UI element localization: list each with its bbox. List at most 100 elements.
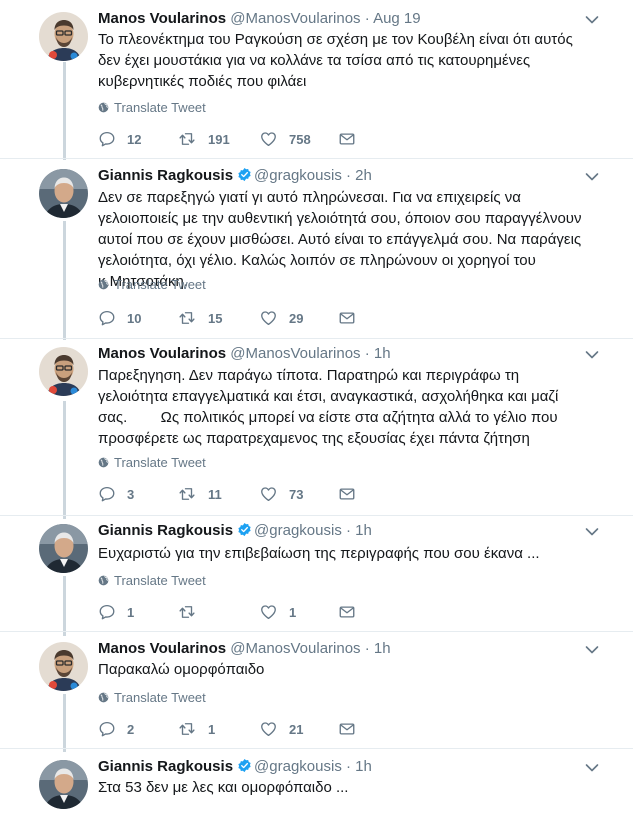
like-button[interactable]: 73 [259, 484, 303, 504]
retweet-button[interactable] [177, 602, 208, 622]
verified-badge-icon [237, 758, 252, 773]
like-button[interactable]: 29 [259, 308, 303, 328]
retweet-button[interactable]: 11 [177, 484, 222, 504]
retweet-icon [177, 485, 197, 503]
retweet-button[interactable]: 1 [177, 719, 215, 739]
chevron-down-icon[interactable] [585, 763, 599, 773]
chevron-down-icon[interactable] [585, 645, 599, 655]
timestamp[interactable]: Aug 19 [373, 10, 421, 27]
author-name[interactable]: Manos Voularinos [98, 640, 226, 657]
avatar[interactable] [39, 524, 88, 573]
author-handle[interactable]: @gragkousis [254, 522, 342, 539]
tweet-header: Manos Voularinos @ManosVoularinos · 1h [98, 344, 391, 364]
tweet-actions: 10 15 29 [98, 308, 368, 328]
direct-message-button[interactable] [338, 484, 356, 504]
like-button[interactable]: 758 [259, 129, 311, 149]
timestamp[interactable]: 1h [374, 640, 391, 657]
tweet-header: Giannis Ragkousis @gragkousis · 1h [98, 521, 372, 541]
heart-icon [259, 130, 278, 148]
reply-button[interactable]: 1 [98, 602, 134, 622]
translate-link[interactable]: Translate Tweet [98, 277, 206, 293]
heart-icon [259, 720, 278, 738]
direct-message-button[interactable] [338, 129, 356, 149]
separator: · [364, 10, 370, 27]
author-handle[interactable]: @ManosVoularinos [230, 345, 360, 362]
reply-button[interactable]: 3 [98, 484, 134, 504]
reply-button[interactable]: 12 [98, 129, 141, 149]
avatar[interactable] [39, 169, 88, 218]
like-button[interactable]: 1 [259, 602, 296, 622]
author-name[interactable]: Manos Voularinos [98, 345, 226, 362]
translate-link[interactable]: Translate Tweet [98, 690, 206, 706]
avatar[interactable] [39, 760, 88, 809]
author-handle[interactable]: @ManosVoularinos [230, 10, 360, 27]
thread-line [63, 694, 66, 752]
tweet-text: Παρεξηγηση. Δεν παράγω τίποτα. Παρατηρώ … [98, 367, 563, 447]
retweet-button[interactable]: 15 [177, 308, 222, 328]
direct-message-button[interactable] [338, 308, 356, 328]
translate-link[interactable]: Translate Tweet [98, 100, 206, 116]
reply-icon [98, 603, 116, 621]
reply-button[interactable]: 2 [98, 719, 134, 739]
separator: · [364, 345, 370, 362]
timestamp[interactable]: 1h [355, 758, 372, 775]
separator: · [346, 522, 351, 539]
thread-line [63, 62, 66, 160]
chevron-down-icon[interactable] [585, 350, 599, 360]
tweet-divider [0, 631, 633, 632]
avatar[interactable] [39, 12, 88, 61]
translate-label: Translate Tweet [114, 277, 206, 292]
translate-label: Translate Tweet [114, 100, 206, 115]
envelope-icon [338, 485, 356, 503]
tweet-header: Giannis Ragkousis @gragkousis · 2h [98, 166, 372, 186]
reply-count: 12 [127, 131, 142, 147]
like-button[interactable]: 21 [259, 719, 303, 739]
chevron-down-icon[interactable] [585, 527, 599, 537]
retweet-icon [177, 130, 197, 148]
tweet-header: Manos Voularinos @ManosVoularinos · Aug … [98, 9, 421, 29]
tweet-divider [0, 515, 633, 516]
avatar[interactable] [39, 347, 88, 396]
translate-link[interactable]: Translate Tweet [98, 573, 206, 589]
author-name[interactable]: Giannis Ragkousis [98, 167, 233, 184]
retweet-button[interactable]: 191 [177, 129, 230, 149]
globe-icon [98, 279, 109, 290]
chevron-down-icon[interactable] [585, 172, 599, 182]
direct-message-button[interactable] [338, 602, 356, 622]
author-name[interactable]: Giannis Ragkousis [98, 522, 233, 539]
avatar[interactable] [39, 642, 88, 691]
retweet-count: 15 [208, 310, 223, 326]
author-handle[interactable]: @gragkousis [254, 167, 342, 184]
like-count: 1 [289, 604, 297, 620]
tweet-divider [0, 338, 633, 339]
reply-icon [98, 130, 116, 148]
timestamp[interactable]: 1h [355, 522, 372, 539]
envelope-icon [338, 309, 356, 327]
author-handle[interactable]: @ManosVoularinos [230, 640, 360, 657]
envelope-icon [338, 720, 356, 738]
tweet-actions: 3 11 73 [98, 484, 368, 504]
author-handle[interactable]: @gragkousis [254, 758, 342, 775]
thread-line [63, 221, 66, 340]
like-count: 73 [289, 486, 304, 502]
reply-button[interactable]: 10 [98, 308, 141, 328]
direct-message-button[interactable] [338, 719, 356, 739]
envelope-icon [338, 603, 356, 621]
author-name[interactable]: Giannis Ragkousis [98, 758, 233, 775]
envelope-icon [338, 130, 356, 148]
tweet-text: Ευχαριστώ για την επιβεβαίωση της περιγρ… [98, 545, 540, 562]
thread-line [63, 401, 66, 519]
chevron-down-icon[interactable] [585, 15, 599, 25]
timestamp[interactable]: 1h [374, 345, 391, 362]
verified-badge-icon [237, 522, 252, 537]
reply-icon [98, 485, 116, 503]
like-count: 758 [289, 131, 311, 147]
timestamp[interactable]: 2h [355, 167, 372, 184]
tweet-divider [0, 748, 633, 749]
globe-icon [98, 692, 109, 703]
globe-icon [98, 457, 109, 468]
author-name[interactable]: Manos Voularinos [98, 10, 226, 27]
translate-label: Translate Tweet [114, 455, 206, 470]
globe-icon [98, 575, 109, 586]
translate-link[interactable]: Translate Tweet [98, 455, 206, 471]
